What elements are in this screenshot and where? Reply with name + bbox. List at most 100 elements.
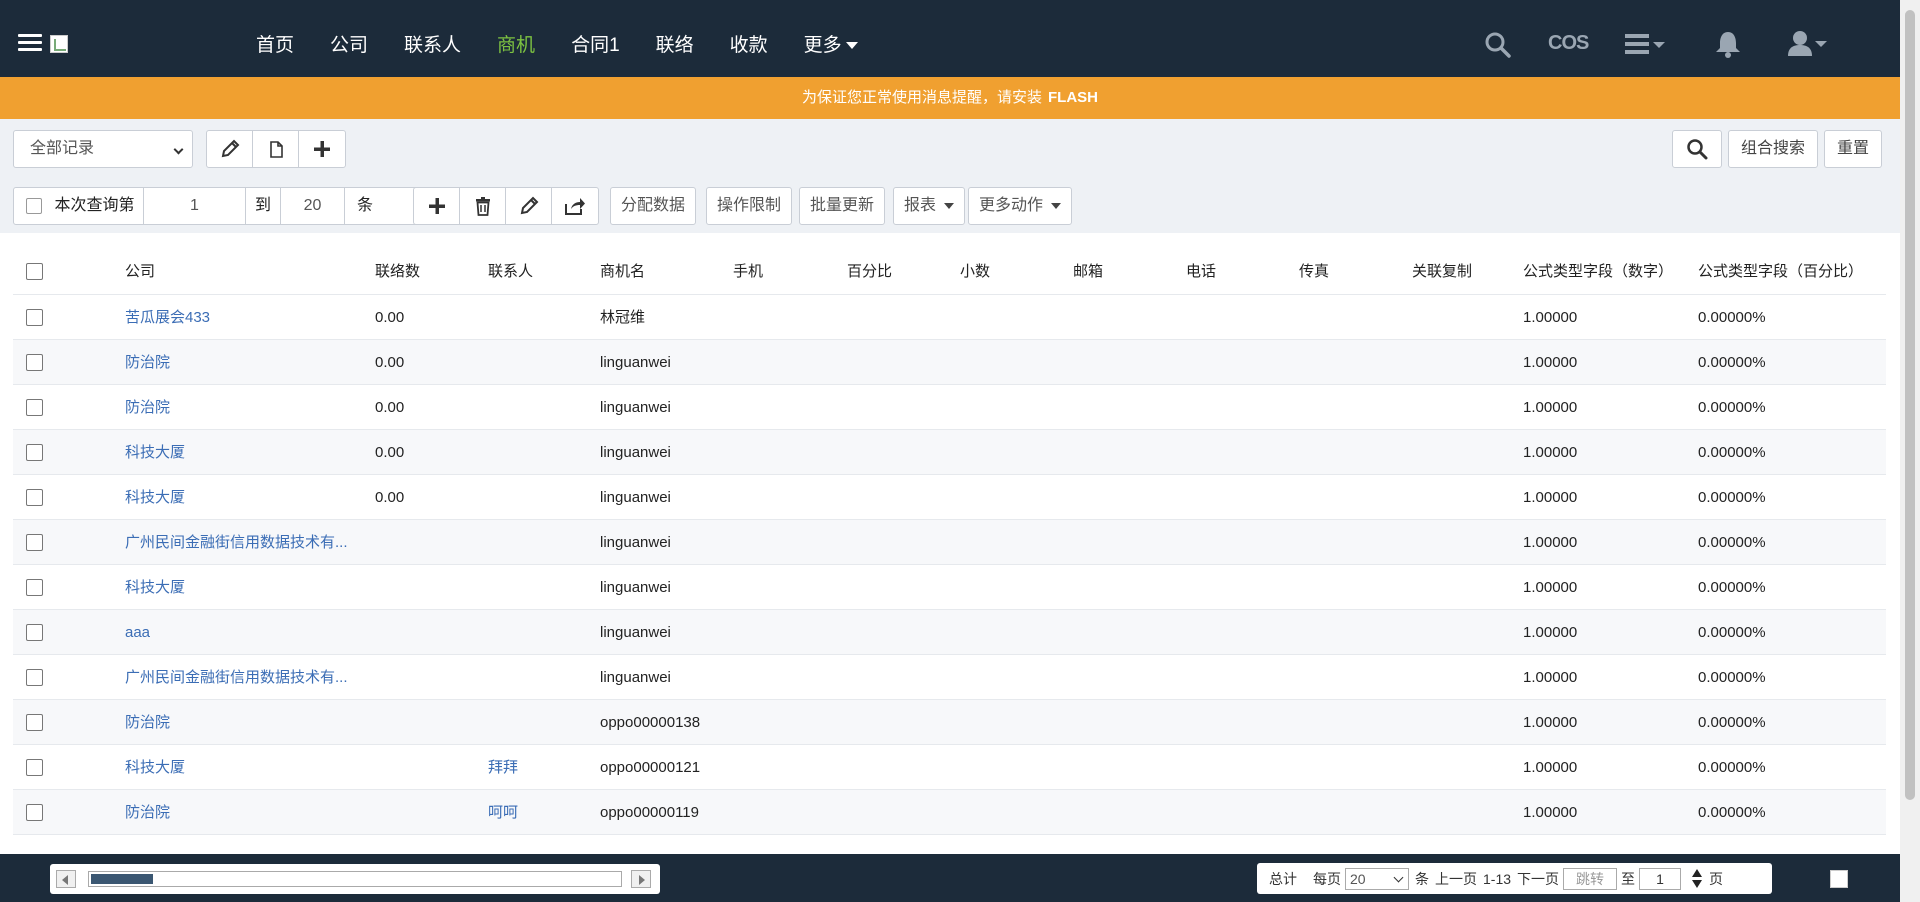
next-page-link[interactable]: 下一页 [1517,869,1559,889]
cell-company[interactable]: 科技大厦 [125,565,355,610]
table-row[interactable]: 广州民间金融街信用数据技术有... linguanwei 1.00000 0.0000… [13,655,1886,700]
select-all-checkbox[interactable] [26,263,43,280]
row-checkbox[interactable] [26,489,43,506]
nav-item-1[interactable]: 公司 [330,30,368,57]
banner-flash-link[interactable]: FLASH [1048,89,1098,106]
query-from-input[interactable]: 1 [144,188,246,224]
logo-image[interactable] [50,35,68,53]
cell-company[interactable]: 科技大厦 [125,430,355,475]
nav-item-6[interactable]: 收款 [730,30,768,57]
row-checkbox[interactable] [26,444,43,461]
nav-item-0[interactable]: 首页 [256,30,294,57]
page-input[interactable]: 1 [1639,867,1682,890]
cell-company[interactable]: 科技大厦 [125,745,355,790]
column-header[interactable]: 小数 [960,249,990,294]
column-header[interactable]: 联系人 [488,249,533,294]
table-row[interactable]: 苦瓜展会433 0.00 林冠维 1.00000 0.00000% [13,295,1886,340]
nav-item-2[interactable]: 联系人 [404,30,461,57]
cell-company[interactable]: 防治院 [125,385,355,430]
row-checkbox[interactable] [26,534,43,551]
add-record-button[interactable] [414,188,460,224]
user-icon[interactable] [1788,30,1828,56]
share-record-button[interactable] [552,188,598,224]
nav-item-5[interactable]: 联络 [656,30,694,57]
cell-company[interactable]: 广州民间金融街信用数据技术有... [125,655,355,700]
table-row[interactable]: 防治院 呵呵 oppo00000119 1.00000 0.00000% [13,790,1886,835]
nav-item-4[interactable]: 合同1 [571,30,620,57]
table-row[interactable]: 防治院 0.00 linguanwei 1.00000 0.00000% [13,385,1886,430]
per-page-select[interactable]: 20 [1345,867,1409,890]
query-checkbox[interactable] [26,197,42,214]
jump-input[interactable]: 跳转 [1563,867,1618,890]
row-checkbox[interactable] [26,309,43,326]
row-checkbox[interactable] [26,669,43,686]
operation-limit-button[interactable]: 操作限制 [706,187,793,225]
column-header[interactable]: 联络数 [375,249,420,294]
scroll-track[interactable] [88,871,622,887]
column-header[interactable]: 公司 [125,249,155,294]
row-checkbox[interactable] [26,714,43,731]
view-select[interactable]: 全部记录 [13,130,193,168]
nav-item-7[interactable]: 更多 [804,30,858,57]
search-button[interactable] [1673,131,1721,167]
row-checkbox[interactable] [26,354,43,371]
cell-contact[interactable]: 呵呵 [488,790,518,835]
table-row[interactable]: 广州民间金融街信用数据技术有... linguanwei 1.00000 0.0000… [13,520,1886,565]
row-checkbox[interactable] [26,579,43,596]
scroll-thumb[interactable] [91,874,153,884]
cell-company[interactable]: 防治院 [125,790,355,835]
list-menu-icon[interactable] [1625,33,1667,55]
add-view-button[interactable] [299,131,345,167]
row-checkbox[interactable] [26,624,43,641]
reset-button[interactable]: 重置 [1824,130,1883,168]
table-row[interactable]: 科技大厦 0.00 linguanwei 1.00000 0.00000% [13,430,1886,475]
table-row[interactable]: 防治院 oppo00000138 1.00000 0.00000% [13,700,1886,745]
table-row[interactable]: 科技大厦 linguanwei 1.00000 0.00000% [13,565,1886,610]
edit-record-button[interactable] [506,188,552,224]
page-spinner-icon[interactable] [1691,868,1703,890]
batch-update-button[interactable]: 批量更新 [799,187,886,225]
cell-company[interactable]: 防治院 [125,700,355,745]
table-row[interactable]: 科技大厦 拜拜 oppo00000121 1.00000 0.00000% [13,745,1886,790]
report-dropdown-button[interactable]: 报表 [893,187,966,225]
bell-icon[interactable] [1714,30,1742,58]
column-header[interactable]: 关联复制 [1412,249,1472,294]
scroll-right-icon[interactable] [631,870,651,888]
cell-company[interactable]: 苦瓜展会433 [125,295,355,340]
prev-page-link[interactable]: 上一页 [1435,869,1477,889]
delete-record-button[interactable] [460,188,506,224]
cell-company[interactable]: aaa [125,610,355,655]
hamburger-menu-icon[interactable] [18,34,42,52]
column-header[interactable]: 商机名 [600,249,645,294]
page-vertical-scrollbar[interactable] [1900,0,1920,902]
column-header[interactable]: 传真 [1299,249,1329,294]
row-checkbox[interactable] [26,399,43,416]
horizontal-scrollbar[interactable] [50,864,660,894]
cell-company[interactable]: 科技大厦 [125,475,355,520]
more-actions-dropdown-button[interactable]: 更多动作 [968,187,1073,225]
combined-search-button[interactable]: 组合搜索 [1728,130,1819,168]
nav-item-3[interactable]: 商机 [497,30,535,57]
row-checkbox[interactable] [26,804,43,821]
cos-label[interactable]: COS [1548,32,1589,55]
column-header[interactable]: 公式类型字段（百分比） [1698,249,1863,294]
search-icon[interactable] [1485,32,1511,58]
copy-view-button[interactable] [253,131,299,167]
query-to-input[interactable]: 20 [281,188,346,224]
table-row[interactable]: 科技大厦 0.00 linguanwei 1.00000 0.00000% [13,475,1886,520]
cell-company[interactable]: 防治院 [125,340,355,385]
edit-view-button[interactable] [207,131,253,167]
page-scroll-thumb[interactable] [1905,10,1915,800]
cell-company[interactable]: 广州民间金融街信用数据技术有... [125,520,355,565]
cell-contact[interactable]: 拜拜 [488,745,518,790]
scroll-left-icon[interactable] [56,870,76,888]
column-header[interactable]: 手机 [733,249,763,294]
table-row[interactable]: 防治院 0.00 linguanwei 1.00000 0.00000% [13,340,1886,385]
column-header[interactable]: 电话 [1186,249,1216,294]
row-checkbox[interactable] [26,759,43,776]
column-header[interactable]: 百分比 [847,249,892,294]
table-row[interactable]: aaa linguanwei 1.00000 0.00000% [13,610,1886,655]
column-header[interactable]: 邮箱 [1073,249,1103,294]
assign-data-button[interactable]: 分配数据 [610,187,697,225]
column-header[interactable]: 公式类型字段（数字） [1523,249,1673,294]
